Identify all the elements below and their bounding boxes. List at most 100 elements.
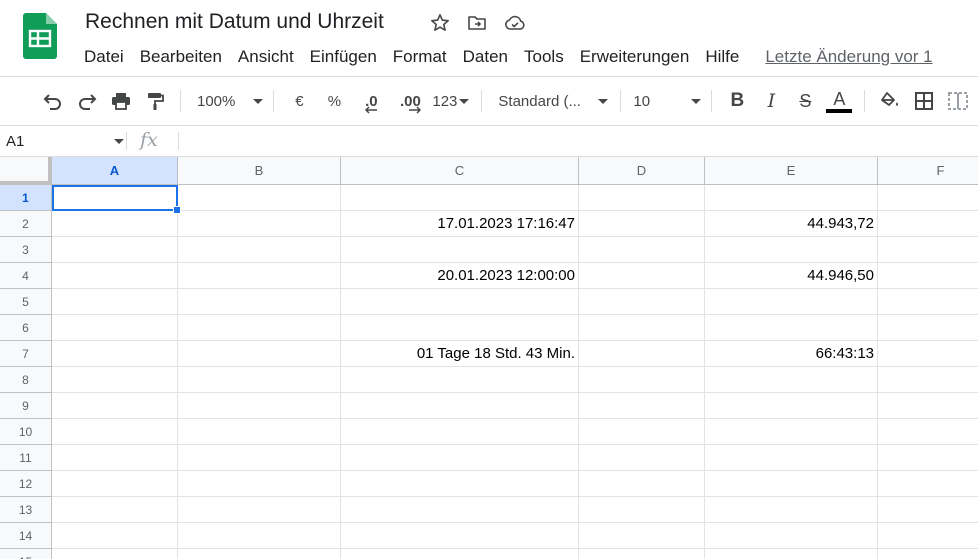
cell-a11[interactable] (52, 445, 178, 471)
cell-f9[interactable] (878, 393, 978, 419)
menu-daten[interactable]: Daten (455, 44, 516, 70)
cell-c8[interactable] (341, 367, 579, 393)
row-header-11[interactable]: 11 (0, 445, 52, 471)
cell-e7[interactable]: 66:43:13 (705, 341, 878, 367)
cell-c11[interactable] (341, 445, 579, 471)
borders-icon[interactable] (909, 86, 939, 116)
cell-b15[interactable] (178, 549, 341, 559)
paint-format-icon[interactable] (140, 86, 170, 116)
row-header-1[interactable]: 1 (0, 185, 52, 211)
cell-c15[interactable] (341, 549, 579, 559)
decrease-decimals-button[interactable]: .0 (354, 86, 388, 116)
cell-d1[interactable] (579, 185, 705, 211)
cell-b7[interactable] (178, 341, 341, 367)
last-edit-link[interactable]: Letzte Änderung vor 1 (765, 44, 932, 70)
cell-d5[interactable] (579, 289, 705, 315)
cell-c5[interactable] (341, 289, 579, 315)
percent-format-button[interactable]: % (318, 86, 350, 116)
formula-input[interactable] (186, 126, 966, 156)
font-family-select[interactable]: Standard (... (490, 86, 609, 116)
cell-c6[interactable] (341, 315, 579, 341)
row-header-15[interactable]: 15 (0, 549, 52, 559)
cloud-saved-icon[interactable] (504, 12, 526, 34)
cell-c7[interactable]: 01 Tage 18 Std. 43 Min. (341, 341, 579, 367)
star-icon[interactable] (429, 12, 451, 34)
cell-e8[interactable] (705, 367, 878, 393)
cell-d15[interactable] (579, 549, 705, 559)
row-header-4[interactable]: 4 (0, 263, 52, 289)
cell-e3[interactable] (705, 237, 878, 263)
zoom-select[interactable]: 100% (189, 86, 264, 116)
cell-d6[interactable] (579, 315, 705, 341)
cell-d10[interactable] (579, 419, 705, 445)
row-header-5[interactable]: 5 (0, 289, 52, 315)
redo-icon[interactable] (72, 86, 102, 116)
cell-b6[interactable] (178, 315, 341, 341)
menu-format[interactable]: Format (385, 44, 455, 70)
text-color-button[interactable]: A (824, 86, 854, 116)
row-header-14[interactable]: 14 (0, 523, 52, 549)
cell-b4[interactable] (178, 263, 341, 289)
cell-d3[interactable] (579, 237, 705, 263)
cell-f1[interactable] (878, 185, 978, 211)
document-title[interactable]: Rechnen mit Datum und Uhrzeit (85, 10, 384, 34)
menu-hilfe[interactable]: Hilfe (697, 44, 747, 70)
cell-a13[interactable] (52, 497, 178, 523)
row-header-12[interactable]: 12 (0, 471, 52, 497)
font-size-select[interactable]: 10 (629, 86, 702, 116)
menu-einfuegen[interactable]: Einfügen (302, 44, 385, 70)
row-header-10[interactable]: 10 (0, 419, 52, 445)
cell-f6[interactable] (878, 315, 978, 341)
cell-a15[interactable] (52, 549, 178, 559)
italic-button[interactable]: I (756, 86, 786, 116)
currency-format-button[interactable]: € (284, 86, 314, 116)
cell-a2[interactable] (52, 211, 178, 237)
menu-bearbeiten[interactable]: Bearbeiten (132, 44, 230, 70)
undo-icon[interactable] (38, 86, 68, 116)
cell-f14[interactable] (878, 523, 978, 549)
cell-b5[interactable] (178, 289, 341, 315)
cell-d2[interactable] (579, 211, 705, 237)
cell-d12[interactable] (579, 471, 705, 497)
cell-f8[interactable] (878, 367, 978, 393)
cell-f3[interactable] (878, 237, 978, 263)
move-to-folder-icon[interactable] (466, 12, 488, 34)
increase-decimals-button[interactable]: .00 (392, 86, 428, 116)
cell-c13[interactable] (341, 497, 579, 523)
cell-c3[interactable] (341, 237, 579, 263)
cell-e14[interactable] (705, 523, 878, 549)
cell-e15[interactable] (705, 549, 878, 559)
cell-a7[interactable] (52, 341, 178, 367)
more-formats-select[interactable]: 123 (432, 86, 470, 116)
menu-datei[interactable]: Datei (76, 44, 132, 70)
cell-f5[interactable] (878, 289, 978, 315)
cell-c14[interactable] (341, 523, 579, 549)
cell-d8[interactable] (579, 367, 705, 393)
column-header-a[interactable]: A (52, 157, 178, 185)
bold-button[interactable]: B (722, 86, 752, 116)
cell-a1[interactable] (52, 185, 181, 214)
name-box[interactable]: A1 (0, 126, 124, 156)
cell-f12[interactable] (878, 471, 978, 497)
cell-b3[interactable] (178, 237, 341, 263)
cell-f2[interactable] (878, 211, 978, 237)
cell-e2[interactable]: 44.943,72 (705, 211, 878, 237)
cell-d13[interactable] (579, 497, 705, 523)
cell-b1[interactable] (178, 185, 341, 211)
cell-d14[interactable] (579, 523, 705, 549)
cell-d9[interactable] (579, 393, 705, 419)
sheets-logo-icon[interactable] (23, 13, 57, 59)
column-header-e[interactable]: E (705, 157, 878, 185)
cell-e10[interactable] (705, 419, 878, 445)
cell-a9[interactable] (52, 393, 178, 419)
cell-b8[interactable] (178, 367, 341, 393)
cell-e12[interactable] (705, 471, 878, 497)
row-header-3[interactable]: 3 (0, 237, 52, 263)
cell-e13[interactable] (705, 497, 878, 523)
cell-a14[interactable] (52, 523, 178, 549)
row-header-13[interactable]: 13 (0, 497, 52, 523)
cell-e4[interactable]: 44.946,50 (705, 263, 878, 289)
column-header-c[interactable]: C (341, 157, 579, 185)
cell-e5[interactable] (705, 289, 878, 315)
cell-a10[interactable] (52, 419, 178, 445)
